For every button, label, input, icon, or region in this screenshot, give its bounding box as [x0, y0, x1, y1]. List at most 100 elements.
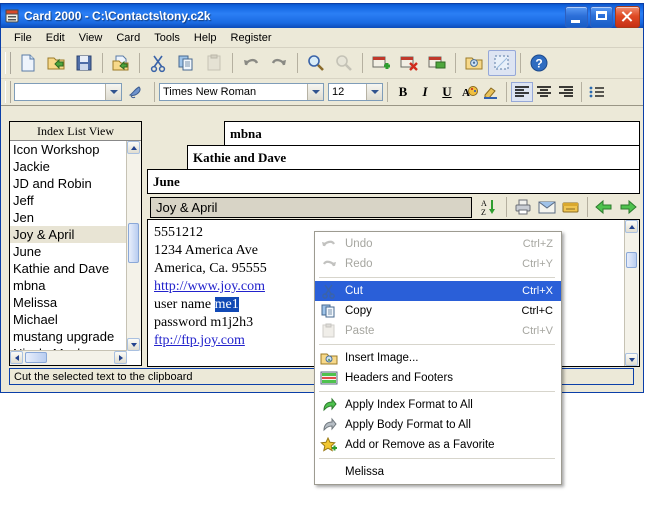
minimize-button[interactable] [565, 6, 588, 28]
scroll-thumb[interactable] [626, 252, 637, 268]
align-left-icon[interactable] [511, 82, 533, 102]
context-menu-item-redo[interactable]: Redo Ctrl+Y [315, 254, 561, 274]
maximize-button[interactable] [590, 6, 613, 28]
context-menu-item-insert-image[interactable]: Insert Image... [315, 348, 561, 368]
menu-edit[interactable]: Edit [39, 30, 72, 46]
menu-file[interactable]: File [7, 30, 39, 46]
context-menu-label: Cut [345, 285, 363, 297]
context-menu-item-cut[interactable]: Cut Ctrl+X [315, 281, 561, 301]
list-item[interactable]: June [10, 243, 127, 260]
scroll-thumb[interactable] [128, 223, 139, 263]
body-vertical-scrollbar[interactable] [624, 220, 639, 366]
context-menu-item-paste[interactable]: Paste Ctrl+V [315, 321, 561, 341]
font-name-dropdown[interactable]: Times New Roman [159, 83, 324, 101]
menu-view[interactable]: View [72, 30, 110, 46]
menu-card[interactable]: Card [109, 30, 147, 46]
scroll-down-arrow-icon[interactable] [127, 338, 140, 351]
format-painter-icon[interactable] [122, 79, 150, 105]
copy-icon[interactable] [172, 50, 200, 76]
list-item[interactable]: Michael [10, 311, 127, 328]
highlight-icon[interactable] [480, 82, 502, 102]
add-card-icon[interactable] [367, 50, 395, 76]
scroll-down-arrow-icon[interactable] [625, 353, 638, 366]
chevron-down-icon[interactable] [366, 84, 382, 100]
scroll-up-arrow-icon[interactable] [127, 141, 140, 154]
back-arrow-icon[interactable] [592, 196, 616, 218]
context-menu-item-copy[interactable]: Copy Ctrl+C [315, 301, 561, 321]
style-dropdown[interactable] [14, 83, 122, 101]
chevron-down-icon[interactable] [105, 84, 121, 100]
search-again-icon[interactable] [330, 50, 358, 76]
print-icon[interactable] [511, 196, 535, 218]
favorite-card-icon[interactable] [559, 196, 583, 218]
scroll-left-arrow-icon[interactable] [10, 351, 23, 364]
index-horizontal-scrollbar[interactable] [10, 350, 127, 365]
body-link-ftp[interactable]: ftp://ftp.joy.com [154, 333, 245, 348]
bullet-list-icon[interactable] [586, 82, 608, 102]
context-menu-item-apply-body-format[interactable]: Apply Body Format to All [315, 415, 561, 435]
italic-button[interactable]: I [414, 82, 436, 102]
new-card-icon[interactable] [14, 50, 42, 76]
chevron-down-icon[interactable] [307, 84, 323, 100]
align-right-icon[interactable] [555, 82, 577, 102]
sort-az-icon[interactable]: AZ [478, 196, 502, 218]
context-menu-item-add-or-remove-favorite[interactable]: Add or Remove as a Favorite [315, 435, 561, 455]
card-tab-june[interactable]: June [147, 169, 640, 193]
list-item[interactable]: mustang upgrade [10, 328, 127, 345]
font-size-dropdown[interactable]: 12 [328, 83, 383, 101]
context-menu-item-undo[interactable]: Undo Ctrl+Z [315, 234, 561, 254]
body-link-website[interactable]: http://www.joy.com [154, 279, 265, 294]
list-item[interactable]: Kathie and Dave [10, 260, 127, 277]
help-icon[interactable]: ? [525, 50, 553, 76]
email-icon[interactable] [535, 196, 559, 218]
redo-icon[interactable] [265, 50, 293, 76]
context-menu-item-headers-and-footers[interactable]: Headers and Footers [315, 368, 561, 388]
forward-arrow-icon[interactable] [616, 196, 640, 218]
selected-text[interactable]: me1 [214, 297, 239, 312]
index-list[interactable]: Icon Workshop Jackie JD and Robin Jeff J… [10, 141, 127, 351]
index-vertical-scrollbar[interactable] [126, 141, 141, 351]
list-item[interactable]: Melissa [10, 294, 127, 311]
card-tab-mbna[interactable]: mbna [224, 121, 640, 145]
menu-help[interactable]: Help [187, 30, 224, 46]
svg-text:A: A [481, 199, 487, 208]
card-tab-kathie-and-dave[interactable]: Kathie and Dave [187, 145, 640, 169]
toolbar-grip[interactable] [5, 52, 11, 74]
status-bar-text: Cut the selected text to the clipboard [14, 370, 193, 383]
card-title-field[interactable]: Joy & April [150, 196, 472, 218]
favorites-folder-icon[interactable] [460, 50, 488, 76]
scroll-thumb-horizontal[interactable] [25, 352, 47, 363]
scroll-up-arrow-icon[interactable] [625, 220, 638, 233]
save-icon[interactable] [70, 50, 98, 76]
align-center-icon[interactable] [533, 82, 555, 102]
font-color-icon[interactable]: A [458, 82, 480, 102]
window-buttons [565, 6, 640, 28]
menu-register[interactable]: Register [224, 30, 279, 46]
edit-card-icon[interactable] [423, 50, 451, 76]
list-item[interactable]: Icon Workshop [10, 141, 127, 158]
menu-tools[interactable]: Tools [147, 30, 187, 46]
list-item[interactable]: mbna [10, 277, 127, 294]
paste-icon[interactable] [200, 50, 228, 76]
search-icon[interactable] [302, 50, 330, 76]
toolbar-separator [362, 53, 363, 73]
undo-icon[interactable] [237, 50, 265, 76]
headers-footers-icon [320, 370, 338, 386]
import-icon[interactable] [107, 50, 135, 76]
list-item[interactable]: JD and Robin [10, 175, 127, 192]
context-menu-item-melissa[interactable]: Melissa [315, 462, 561, 482]
format-toolbar-grip[interactable] [5, 81, 11, 103]
bold-button[interactable]: B [392, 82, 414, 102]
list-item[interactable]: Jackie [10, 158, 127, 175]
close-button[interactable] [615, 6, 640, 28]
scroll-right-arrow-icon[interactable] [114, 351, 127, 364]
list-item[interactable]: Jen [10, 209, 127, 226]
select-region-icon[interactable] [488, 50, 516, 76]
context-menu-item-apply-index-format[interactable]: Apply Index Format to All [315, 395, 561, 415]
list-item-selected[interactable]: Joy & April [10, 226, 127, 243]
underline-button[interactable]: U [436, 82, 458, 102]
list-item[interactable]: Jeff [10, 192, 127, 209]
delete-card-icon[interactable] [395, 50, 423, 76]
open-file-icon[interactable] [42, 50, 70, 76]
cut-icon[interactable] [144, 50, 172, 76]
